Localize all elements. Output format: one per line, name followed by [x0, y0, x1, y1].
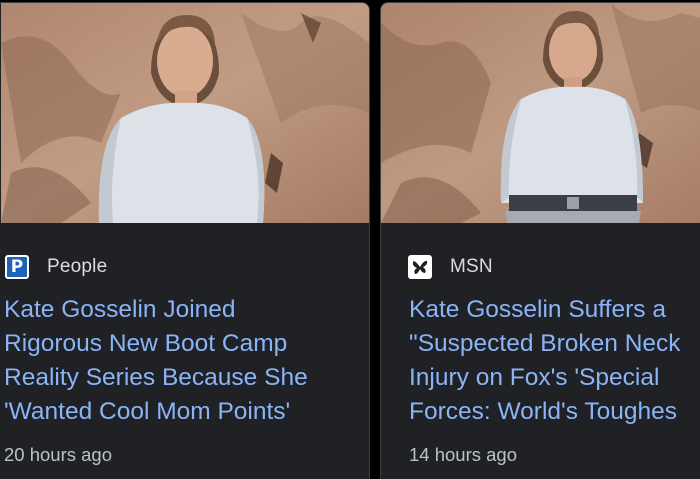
article-timestamp: 14 hours ago [409, 444, 518, 465]
source-name: People [47, 256, 108, 277]
msn-butterfly-icon [408, 255, 432, 279]
headline-line: Injury on Fox's 'Special [409, 364, 660, 391]
thumbnail-image [381, 3, 700, 223]
news-results: P People Kate Gosselin Joined Rigorous N… [0, 0, 700, 479]
people-logo-icon: P [5, 255, 29, 279]
thumbnail-image [1, 3, 369, 223]
article-timestamp: 20 hours ago [4, 444, 113, 465]
source-name: MSN [450, 256, 493, 277]
headline-line: Rigorous New Boot Camp [4, 330, 288, 357]
news-card[interactable]: P People Kate Gosselin Joined Rigorous N… [0, 2, 370, 479]
source-row: MSN [408, 253, 493, 281]
headline-line: 'Wanted Cool Mom Points' [4, 398, 291, 425]
article-headline[interactable]: Kate Gosselin Joined Rigorous New Boot C… [4, 293, 308, 429]
article-thumbnail[interactable] [381, 3, 700, 223]
headline-line: Reality Series Because She [4, 364, 308, 391]
source-row: P People [5, 253, 107, 281]
article-headline[interactable]: Kate Gosselin Suffers a "Suspected Broke… [409, 293, 681, 429]
article-thumbnail[interactable] [1, 3, 369, 223]
news-card[interactable]: MSN Kate Gosselin Suffers a "Suspected B… [380, 2, 700, 479]
headline-line: Kate Gosselin Suffers a [409, 296, 666, 323]
headline-line: Kate Gosselin Joined [4, 296, 236, 323]
headline-line: "Suspected Broken Neck [409, 330, 681, 357]
headline-line: Forces: World's Toughes [409, 398, 677, 425]
